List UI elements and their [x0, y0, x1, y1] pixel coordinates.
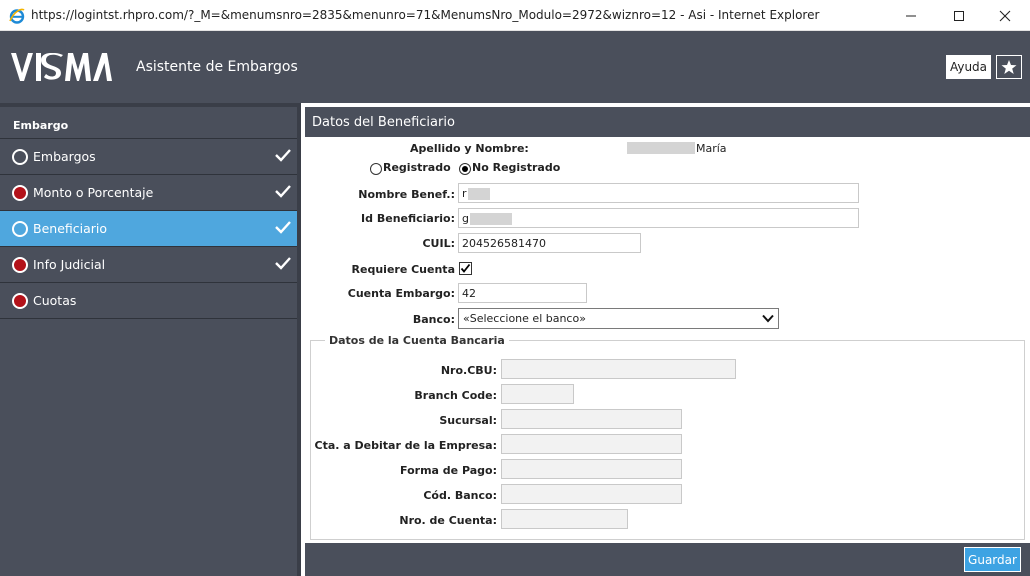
nombre-benef-value: r — [462, 187, 467, 200]
cbu-label: Nro.CBU: — [440, 364, 497, 377]
radio-no-registrado-label: No Registrado — [472, 161, 561, 174]
sidebar-item-label: Beneficiario — [33, 221, 108, 236]
save-button[interactable]: Guardar — [964, 547, 1021, 572]
cuenta-embargo-label: Cuenta Embargo: — [347, 287, 455, 300]
cuil-label: CUIL: — [422, 237, 455, 250]
help-button[interactable]: Ayuda — [946, 55, 991, 79]
checkmark-icon — [275, 185, 291, 198]
app-header: Asistente de Embargos Ayuda — [0, 31, 1030, 103]
sidebar-item-info-judicial[interactable]: Info Judicial — [0, 247, 297, 283]
bank-account-legend: Datos de la Cuenta Bancaria — [325, 334, 509, 347]
radio-registrado-label: Registrado — [383, 161, 451, 174]
forma-pago-label: Forma de Pago: — [400, 464, 497, 477]
redacted-text — [467, 188, 490, 200]
nro-cuenta-input[interactable] — [501, 509, 628, 529]
main-panel: Datos del Beneficiario Apellido y Nombre… — [305, 107, 1030, 576]
minimize-icon[interactable] — [888, 0, 934, 31]
checkmark-icon — [460, 263, 471, 273]
panel-title: Datos del Beneficiario — [305, 107, 1030, 137]
step-status-icon — [12, 149, 28, 165]
redacted-text — [469, 213, 512, 225]
sidebar-item-beneficiario[interactable]: Beneficiario — [0, 211, 297, 247]
sidebar-item-label: Info Judicial — [33, 257, 106, 272]
sidebar-item-cuotas[interactable]: Cuotas — [0, 283, 297, 319]
apellido-label: Apellido y Nombre: — [410, 142, 529, 155]
star-icon — [1001, 60, 1017, 74]
apellido-value: María — [696, 142, 727, 155]
cuil-input[interactable]: 204526581470 — [458, 233, 641, 253]
forma-pago-input[interactable] — [501, 459, 682, 479]
app-title: Asistente de Embargos — [136, 59, 298, 75]
cod-banco-input[interactable] — [501, 484, 682, 504]
radio-no-registrado[interactable] — [459, 163, 471, 175]
cta-debitar-label: Cta. a Debitar de la Empresa: — [314, 439, 497, 452]
banco-select[interactable]: «Seleccione el banco» — [458, 308, 779, 329]
checkmark-icon — [275, 221, 291, 234]
window-titlebar: https://logintst.rhpro.com/?_M=&menumsnr… — [0, 0, 1030, 31]
maximize-icon[interactable] — [936, 0, 982, 31]
nombre-benef-label: Nombre Benef.: — [358, 188, 455, 201]
branch-code-label: Branch Code: — [414, 389, 497, 402]
step-status-icon — [12, 257, 28, 273]
sucursal-input[interactable] — [501, 409, 682, 429]
nombre-benef-input[interactable]: r — [458, 183, 859, 203]
redacted-surname — [627, 142, 695, 154]
banco-label: Banco: — [412, 313, 455, 326]
requiere-cuenta-label: Requiere Cuenta — [351, 263, 455, 276]
cbu-input[interactable] — [501, 359, 736, 379]
sidebar-section-title: Embargo — [0, 107, 297, 139]
sidebar-item-label: Embargos — [33, 149, 96, 164]
step-status-icon — [12, 293, 28, 309]
window-title: https://logintst.rhpro.com/?_M=&menumsnr… — [31, 8, 820, 22]
id-beneficiario-input[interactable]: g — [458, 208, 859, 228]
sidebar-item-embargos[interactable]: Embargos — [0, 139, 297, 175]
action-bar: Guardar — [305, 543, 1030, 576]
sidebar-item-monto[interactable]: Monto o Porcentaje — [0, 175, 297, 211]
step-status-icon — [12, 185, 28, 201]
chevron-down-icon — [762, 314, 774, 323]
cod-banco-label: Cód. Banco: — [423, 489, 497, 502]
cuenta-embargo-input[interactable]: 42 — [458, 283, 587, 303]
visma-logo — [11, 53, 112, 81]
nro-cuenta-label: Nro. de Cuenta: — [399, 514, 497, 527]
radio-registrado[interactable] — [370, 163, 382, 175]
checkmark-icon — [275, 257, 291, 270]
checkmark-icon — [275, 149, 291, 162]
id-beneficiario-value: g — [462, 212, 469, 225]
favorite-button[interactable] — [996, 55, 1022, 79]
branch-code-input[interactable] — [501, 384, 574, 404]
requiere-cuenta-checkbox[interactable] — [459, 262, 472, 275]
internet-explorer-icon — [9, 8, 25, 24]
close-icon[interactable] — [982, 0, 1028, 31]
sucursal-label: Sucursal: — [439, 414, 497, 427]
bank-account-fieldset: Datos de la Cuenta Bancaria Nro.CBU: Bra… — [310, 334, 1025, 540]
sidebar-item-label: Monto o Porcentaje — [33, 185, 154, 200]
cta-debitar-input[interactable] — [501, 434, 682, 454]
sidebar-item-label: Cuotas — [33, 293, 77, 308]
step-status-icon — [12, 221, 28, 237]
banco-selected-value: «Seleccione el banco» — [463, 312, 586, 325]
id-beneficiario-label: Id Beneficiario: — [361, 212, 455, 225]
wizard-sidebar: Embargo Embargos Monto o Porcentaje Bene… — [0, 103, 301, 576]
